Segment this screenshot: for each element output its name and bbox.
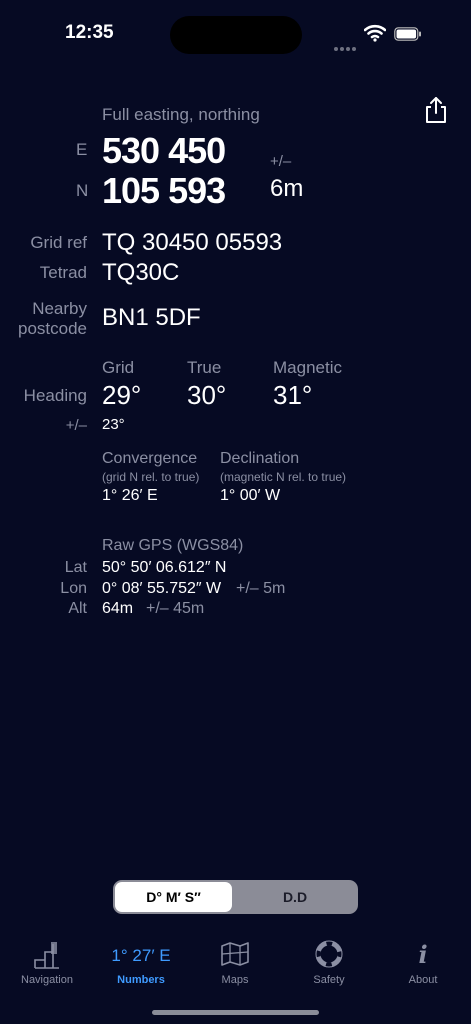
dynamic-island [170,16,302,54]
navigation-map-icon [34,942,59,969]
coords-accuracy-label: +/– [270,153,292,170]
cellular-signal-icon [334,38,358,51]
heading-readout: 1° 27′ E [111,946,171,965]
tab-label: Maps [221,974,249,986]
battery-icon [394,27,421,41]
tab-about[interactable]: i About [376,938,470,998]
lat-value: 50° 50′ 06.612″ N [102,559,227,576]
tab-maps[interactable]: Maps [188,938,282,998]
format-dms-option[interactable]: D° M′ S″ [115,882,232,912]
heading-col-magnetic: Magnetic [273,358,342,377]
convergence-value: 1° 26′ E [102,487,158,504]
lat-label: Lat [64,559,87,576]
easting-value: 530 450 [102,130,226,171]
postcode-label-line1: Nearby [32,299,87,318]
home-indicator [152,1010,319,1015]
heading-label: Heading [23,386,87,405]
share-icon[interactable] [423,96,449,124]
declination-title: Declination [220,450,300,467]
tab-safety[interactable]: Safety [282,938,376,998]
alt-label: Alt [68,600,87,617]
northing-label: N [76,181,89,200]
tab-label: Safety [313,974,345,986]
raw-gps-title: Raw GPS (WGS84) [102,537,244,554]
lon-accuracy: +/– 5m [236,580,286,597]
format-segmented-control[interactable]: D° M′ S″ D.D [113,880,358,914]
info-icon: i [418,940,428,969]
grid-ref-label: Grid ref [30,233,87,252]
northing-value: 105 593 [102,170,226,211]
lon-value: 0° 08′ 55.752″ W [102,580,222,597]
alt-accuracy: +/– 45m [146,600,205,617]
heading-true-value: 30° [187,380,227,410]
tetrad-label: Tetrad [39,263,87,282]
tab-numbers[interactable]: 1° 27′ E Numbers [94,938,188,998]
heading-accuracy-value: 23° [102,416,125,433]
convergence-title: Convergence [102,450,198,467]
postcode-label-line2: postcode [18,319,87,338]
declination-value: 1° 00′ W [220,487,281,504]
grid-ref-value: TQ 30450 05593 [102,229,283,256]
declination-subtitle: (magnetic N rel. to true) [220,470,347,484]
tab-navigation[interactable]: Navigation [0,938,94,998]
format-dd-option[interactable]: D.D [234,882,356,912]
tetrad-value: TQ30C [102,259,180,286]
tab-label: Numbers [117,974,165,986]
alt-value: 64m [102,600,134,617]
heading-accuracy-label: +/– [65,417,87,434]
postcode-value: BN1 5DF [102,304,201,331]
status-time: 12:35 [65,22,114,43]
tab-label: About [408,974,438,986]
convergence-subtitle: (grid N rel. to true) [102,470,200,484]
section-label-easting-northing: Full easting, northing [102,105,260,124]
tab-label: Navigation [21,974,73,986]
heading-grid-value: 29° [102,380,142,410]
map-icon [221,942,249,966]
heading-col-true: True [187,358,222,377]
easting-label: E [76,140,88,159]
lon-label: Lon [60,580,87,597]
heading-col-grid: Grid [102,358,135,377]
lifebuoy-icon [315,940,343,968]
coords-accuracy-value: 6m [270,175,304,202]
wifi-icon [364,24,386,42]
heading-magnetic-value: 31° [273,380,313,410]
